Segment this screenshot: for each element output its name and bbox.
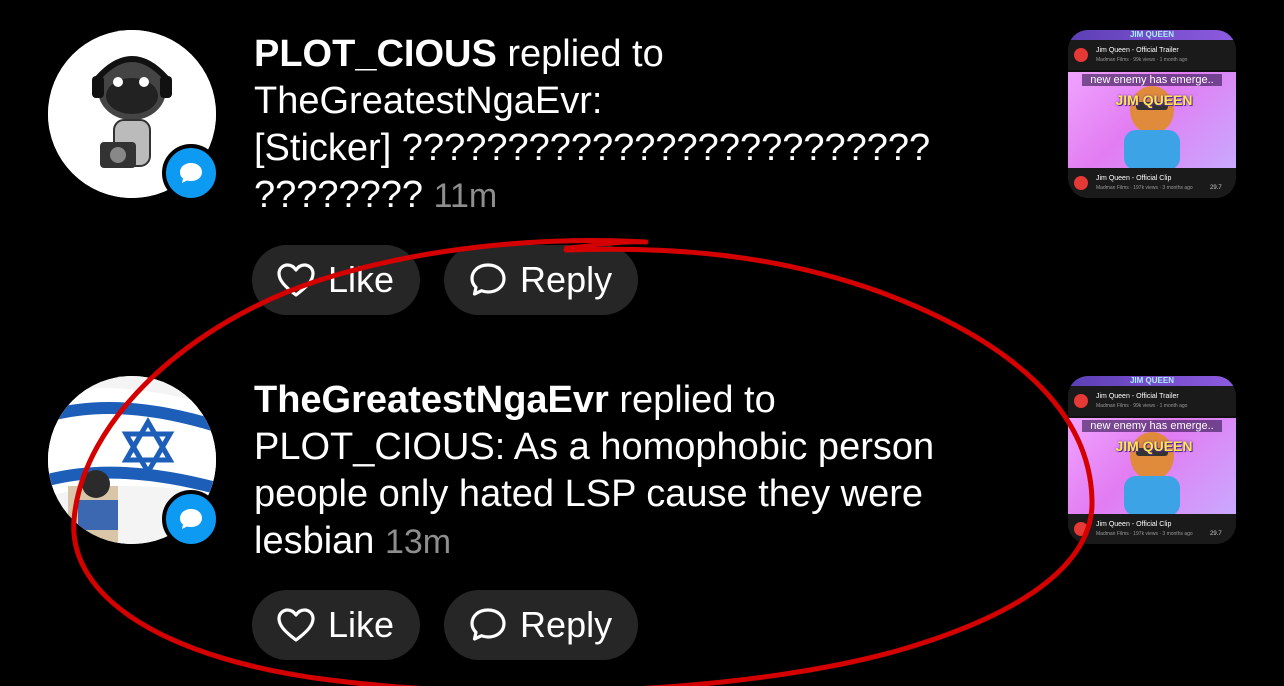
reply-label: Reply [520,259,613,300]
post-thumbnail[interactable]: JIM QUEEN Jim Queen - Official Trailer M… [1068,376,1236,544]
text-line-1: TheGreatestNgaEvr replied to [254,377,1044,424]
heart-icon [277,263,315,297]
username[interactable]: TheGreatestNgaEvr [254,379,609,421]
thumbnail-bottom-count: 29.7 [1210,531,1222,537]
action-bar: Like Reply [252,590,639,660]
timestamp: 11m [433,177,498,215]
thumbnail-scene [1068,418,1236,516]
thumbnail-scene [1068,72,1236,170]
reply-button[interactable]: Reply [444,245,639,315]
channel-icon [1074,522,1088,536]
reply-button[interactable]: Reply [444,590,639,660]
thumbnail-bottom-title: Jim Queen - Official Clip [1096,521,1172,528]
thumbnail-logo: JIM QUEEN [1115,92,1193,108]
like-button[interactable]: Like [252,245,421,315]
channel-icon [1074,48,1088,62]
cartoon-character-image [1124,86,1180,170]
cartoon-character-image [1124,432,1180,516]
thumbnail-top-meta: Madman Films · 99k views · 1 month ago [1096,403,1188,409]
thumbnail-bottom-count: 29.7 [1210,185,1222,191]
notification-item[interactable]: TheGreatestNgaEvr replied to PLOT_CIOUS:… [0,346,1284,686]
thumbnail-caption: new enemy has emerge.. [1082,420,1222,432]
timestamp: 13m [384,523,452,561]
like-button[interactable]: Like [252,590,421,660]
body-line: people only hated LSP cause they were [254,473,923,515]
text-line-4: lesbian 13m [254,518,1044,566]
text-line-4: ???????? 11m [254,172,1044,220]
notification-text: PLOT_CIOUS replied to TheGreatestNgaEvr:… [254,31,1044,220]
comment-bubble-icon [470,263,506,296]
heart-icon [277,608,315,642]
comment-badge [162,490,220,548]
thumbnail-top-title: Jim Queen - Official Trailer [1096,47,1179,54]
body-line: PLOT_CIOUS: As a homophobic person [254,426,935,468]
post-thumbnail[interactable]: JIM QUEEN Jim Queen - Official Trailer M… [1068,30,1236,198]
chat-bubble-badge-icon [180,509,202,529]
chat-bubble-badge-icon [180,163,202,183]
reply-label: Reply [520,604,613,645]
thumbnail-top-row: Jim Queen - Official Trailer Madman Film… [1068,40,1236,70]
body-line: [Sticker] ????????????????????????? [254,127,931,169]
comment-badge [162,144,220,202]
like-label: Like [328,259,395,300]
notification-item[interactable]: PLOT_CIOUS replied to TheGreatestNgaEvr:… [0,0,1284,340]
like-label: Like [328,604,395,645]
thumbnail-banner: JIM QUEEN [1068,30,1236,40]
thumbnail-caption: new enemy has emerge.. [1082,74,1222,86]
action-bar: Like Reply [252,245,639,315]
body-line: TheGreatestNgaEvr: [254,80,603,122]
thumbnail-bottom-meta: Madman Films · 197k views · 3 months ago [1096,185,1193,191]
action-text: replied to [619,379,776,421]
channel-icon [1074,176,1088,190]
thumbnail-logo: JIM QUEEN [1115,438,1193,454]
action-text: replied to [507,33,664,75]
text-line-1: PLOT_CIOUS replied to [254,31,1044,78]
thumbnail-bottom-row: Jim Queen - Official Clip Madman Films ·… [1068,168,1236,198]
thumbnail-bottom-title: Jim Queen - Official Clip [1096,175,1172,182]
username[interactable]: PLOT_CIOUS [254,33,497,75]
thumbnail-top-title: Jim Queen - Official Trailer [1096,393,1179,400]
notification-text: TheGreatestNgaEvr replied to PLOT_CIOUS:… [254,377,1044,566]
comment-bubble-icon [470,608,506,641]
channel-icon [1074,394,1088,408]
body-line: ???????? [254,174,424,216]
thumbnail-bottom-meta: Madman Films · 197k views · 3 months ago [1096,531,1193,537]
thumbnail-top-row: Jim Queen - Official Trailer Madman Film… [1068,386,1236,416]
thumbnail-banner: JIM QUEEN [1068,376,1236,386]
thumbnail-top-meta: Madman Films · 99k views · 1 month ago [1096,57,1188,63]
thumbnail-bottom-row: Jim Queen - Official Clip Madman Films ·… [1068,514,1236,544]
body-line: lesbian [254,520,375,562]
